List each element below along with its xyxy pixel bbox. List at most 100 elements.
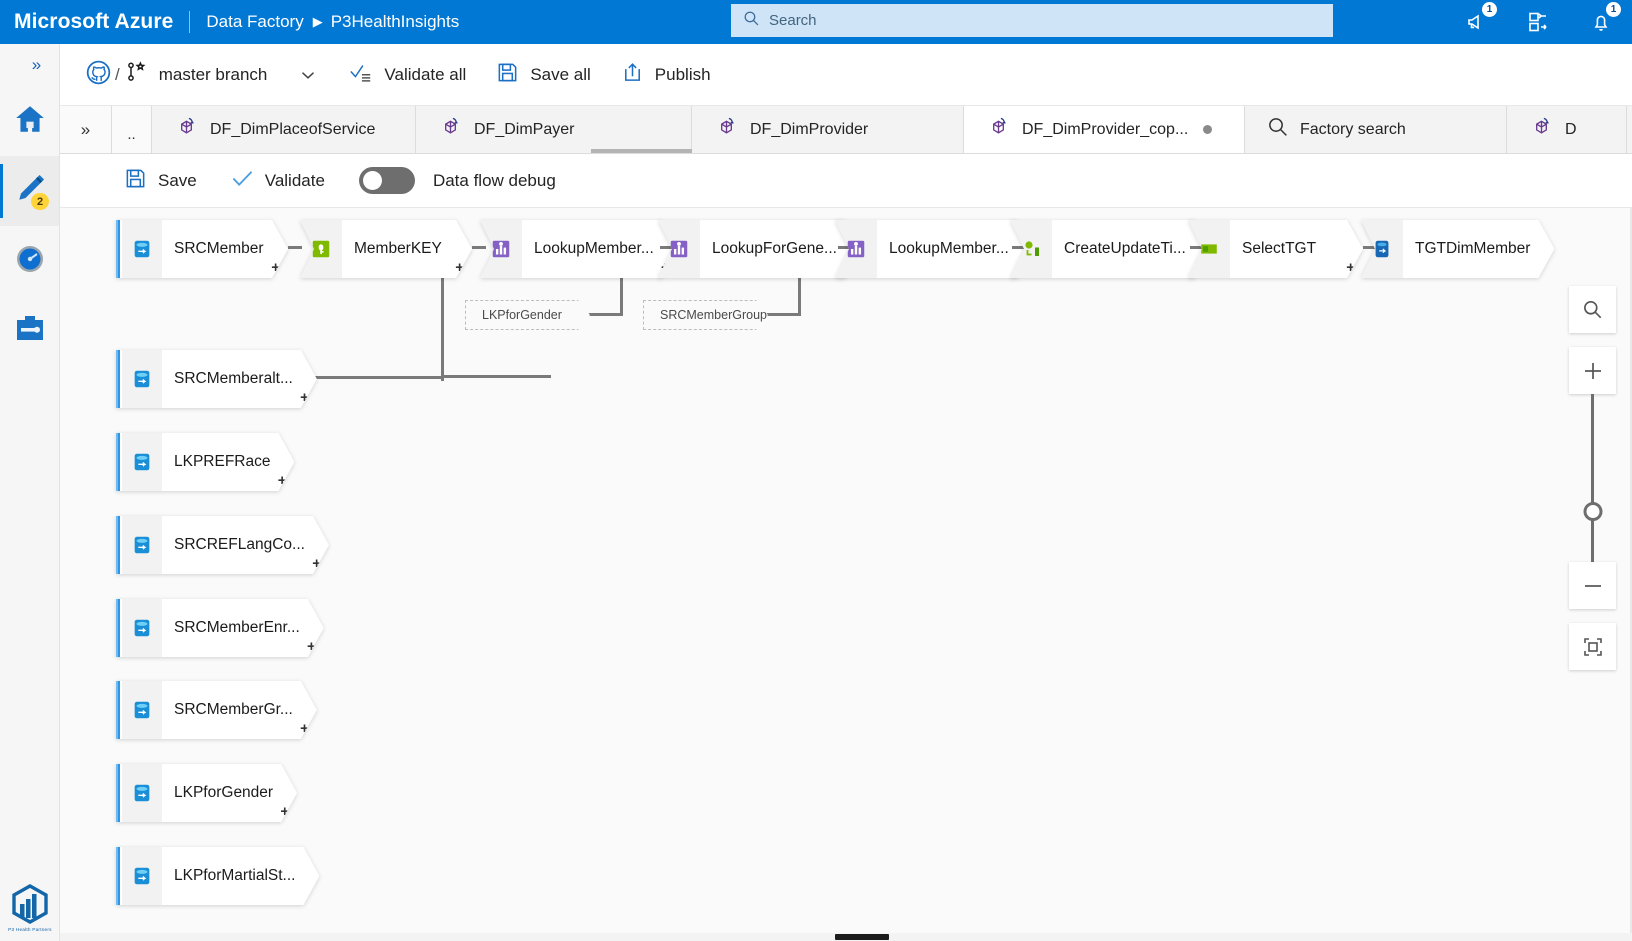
node-body[interactable]: SRCMember + [162, 220, 288, 278]
global-search-box[interactable] [731, 4, 1333, 37]
node-body[interactable]: SelectTGT + [1230, 220, 1363, 278]
tabs-overflow-chevron-icon[interactable]: » [60, 106, 112, 153]
save-button[interactable]: Save [124, 167, 197, 195]
tab-df-dimprovider[interactable]: DF_DimProvider [692, 106, 964, 153]
validate-all-label: Validate all [384, 64, 467, 84]
dataflow-canvas[interactable]: SRCMember + MemberKEY + LookupMember... … [60, 208, 1632, 933]
tab-df-dimpayer[interactable]: DF_DimPayer [416, 106, 791, 153]
node-tgtdimmember[interactable]: TGTDimMember [1361, 220, 1536, 278]
add-branch-plus-icon[interactable]: + [307, 639, 316, 654]
node-lkpformartialst[interactable]: LKPforMartialSt... [116, 847, 288, 905]
add-branch-plus-icon[interactable]: + [278, 473, 287, 488]
azure-brand[interactable]: Microsoft Azure [0, 10, 173, 34]
node-lookupmember-1[interactable]: LookupMember... + [480, 220, 660, 278]
zoom-slider[interactable] [1569, 394, 1616, 562]
branch-selector[interactable]: master branch [124, 60, 267, 89]
node-body[interactable]: SRCREFLangCo... + [162, 516, 329, 574]
alter-row-icon [1010, 220, 1052, 278]
node-lkprefrace[interactable]: LKPREFRace + [116, 433, 288, 491]
add-branch-plus-icon[interactable]: + [455, 260, 464, 275]
tab-label: DF_DimProvider [750, 120, 869, 138]
reference-node-label: LKPforGender [482, 308, 562, 322]
data-flow-debug-toggle[interactable] [358, 167, 415, 194]
breadcrumb-service[interactable]: Data Factory [206, 12, 303, 32]
chevron-down-icon[interactable] [297, 64, 319, 86]
node-body[interactable]: TGTDimMember [1403, 220, 1554, 278]
node-body[interactable]: LKPREFRace + [162, 433, 294, 491]
add-branch-plus-icon[interactable]: + [271, 260, 280, 275]
node-body[interactable]: SRCMemberGr... + [162, 681, 317, 739]
save-all-button[interactable]: Save all [496, 61, 591, 89]
feedback-icon[interactable]: 1 [1462, 2, 1497, 37]
validate-button[interactable]: Validate [231, 168, 325, 194]
canvas-scrollbar-thumb[interactable] [835, 934, 889, 940]
node-memberkey[interactable]: MemberKEY + [300, 220, 472, 278]
node-body[interactable]: SRCMemberEnr... + [162, 599, 324, 657]
add-branch-plus-icon[interactable]: + [300, 390, 309, 405]
node-selecttgt[interactable]: SelectTGT + [1188, 220, 1363, 278]
node-srcmember[interactable]: SRCMember + [116, 220, 288, 278]
publish-label: Publish [654, 64, 711, 84]
zoom-slider-track [1591, 394, 1594, 562]
zoom-slider-handle[interactable] [1583, 502, 1602, 521]
zoom-out-button[interactable] [1569, 562, 1616, 609]
node-srcmemberenr[interactable]: SRCMemberEnr... + [116, 599, 288, 657]
dataflow-graph: SRCMember + MemberKEY + LookupMember... … [60, 208, 1632, 933]
derived-column-icon [300, 220, 342, 278]
sidebar-item-home[interactable] [0, 86, 59, 156]
reference-node-lkpforgender[interactable]: LKPforGender [465, 300, 590, 330]
breadcrumb-factory-name[interactable]: P3HealthInsights [331, 12, 460, 32]
canvas-search-icon[interactable] [1569, 286, 1616, 333]
github-icon[interactable] [86, 60, 111, 90]
node-label: SRCREFLangCo... [174, 536, 305, 553]
dataflow-icon [714, 115, 739, 145]
node-label: SRCMember [174, 240, 264, 257]
node-srcreflangco[interactable]: SRCREFLangCo... + [116, 516, 288, 574]
node-lookupforgene[interactable]: LookupForGene... + [658, 220, 838, 278]
cloud-shell-icon[interactable] [1524, 7, 1554, 37]
rail-expand-chevron-icon[interactable]: » [0, 44, 59, 86]
add-branch-plus-icon[interactable]: + [312, 556, 321, 571]
sidebar-item-author[interactable]: 2 [0, 156, 59, 226]
sidebar-item-monitor[interactable] [0, 226, 59, 296]
validate-all-button[interactable]: Validate all [349, 61, 466, 88]
fit-to-screen-button[interactable] [1569, 623, 1616, 670]
dataflow-toolbar: Save Validate Data flow debug [60, 154, 1632, 208]
canvas-horizontal-scrollbar[interactable] [60, 933, 1632, 941]
tab-df-dimprovider-copy[interactable]: DF_DimProvider_cop... [964, 106, 1245, 153]
add-branch-plus-icon[interactable]: + [280, 804, 289, 819]
tab-unsaved-dot [1203, 125, 1213, 134]
publish-button[interactable]: Publish [621, 61, 711, 89]
source-db-icon [122, 599, 162, 657]
left-navigation-rail: » 2 P3 Health Partners [0, 44, 60, 941]
tab-factory-search[interactable]: Factory search [1245, 106, 1507, 153]
node-body[interactable]: LookupMember... + [522, 220, 678, 278]
edge-lookupmember2-horizontal [765, 313, 801, 316]
tab-partial-next[interactable]: D [1507, 106, 1627, 153]
search-input[interactable] [769, 12, 1309, 29]
node-body[interactable]: CreateUpdateTi... + [1052, 220, 1210, 278]
node-body[interactable]: SRCMemberalt... + [162, 350, 317, 408]
node-lkpforgender-source[interactable]: LKPforGender + [116, 764, 288, 822]
node-body[interactable]: MemberKEY + [342, 220, 472, 278]
tabs-ellipsis[interactable]: .. [112, 106, 152, 153]
tab-df-dimplaceofservice[interactable]: DF_DimPlaceofService [152, 106, 416, 153]
add-branch-plus-icon[interactable]: + [1346, 260, 1355, 275]
node-createupdateti[interactable]: CreateUpdateTi... + [1010, 220, 1190, 278]
checkmark-icon [231, 168, 254, 194]
sidebar-item-manage[interactable] [0, 296, 59, 366]
node-srcmembergr[interactable]: SRCMemberGr... + [116, 681, 288, 739]
node-srcmemberalt[interactable]: SRCMemberalt... + [116, 350, 288, 408]
node-lookupmember-2[interactable]: LookupMember... + [835, 220, 1015, 278]
zoom-in-button[interactable] [1569, 347, 1616, 394]
sink-db-icon [1361, 220, 1403, 278]
node-body[interactable]: LKPforGender + [162, 764, 297, 822]
dataflow-icon [1529, 115, 1554, 145]
reference-node-srcmembergroup[interactable]: SRCMemberGroup [643, 300, 768, 330]
add-branch-plus-icon[interactable]: + [300, 721, 309, 736]
node-label: CreateUpdateTi... [1064, 240, 1186, 257]
author-badge: 2 [31, 193, 49, 210]
source-db-icon [122, 220, 162, 278]
node-body[interactable]: LKPforMartialSt... [162, 847, 319, 905]
notifications-bell-icon[interactable]: 1 [1586, 2, 1621, 37]
